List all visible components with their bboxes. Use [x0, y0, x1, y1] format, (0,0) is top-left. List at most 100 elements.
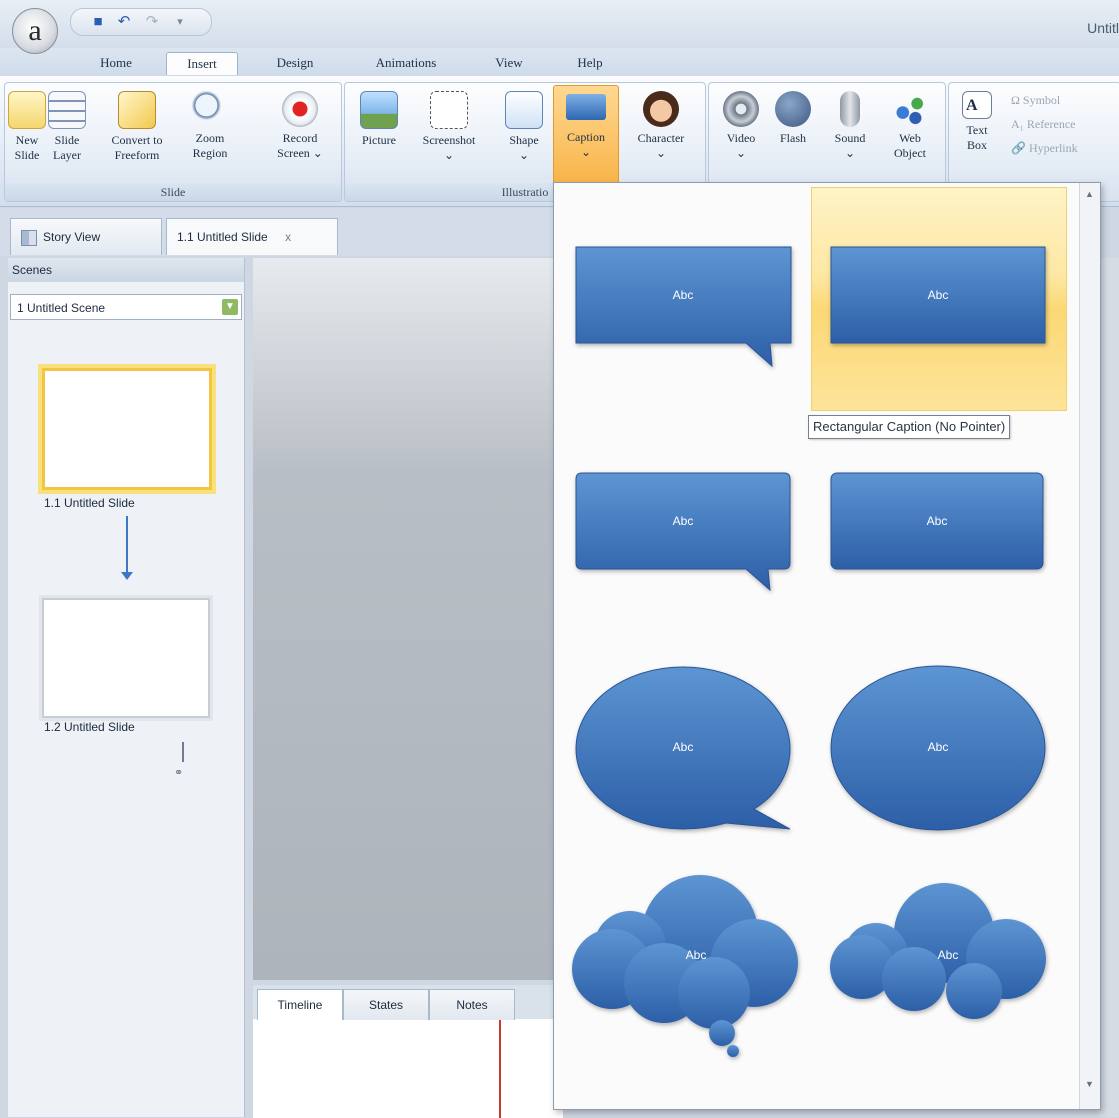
- close-icon[interactable]: x: [285, 230, 291, 244]
- caption-rectangular-pointer[interactable]: [575, 246, 792, 368]
- caption-button[interactable]: Caption ⌄: [553, 85, 619, 185]
- caption-rounded-pointer[interactable]: [575, 472, 791, 592]
- scenes-header: Scenes: [8, 258, 244, 282]
- web-label: Web: [899, 131, 921, 145]
- picture-label: Picture: [362, 133, 396, 147]
- sound-dropdown-icon: ⌄: [844, 146, 856, 160]
- playhead[interactable]: [499, 1006, 501, 1118]
- tab-animations[interactable]: Animations: [358, 52, 454, 74]
- caption-text-4: Abc: [927, 514, 948, 528]
- convert-to-freeform-button[interactable]: Convert to Freeform: [91, 91, 183, 163]
- reference-icon: A₁: [1011, 117, 1027, 131]
- scene-select[interactable]: 1 Untitled Scene ▼: [10, 294, 242, 320]
- reference-label: Reference: [1026, 117, 1076, 131]
- slide-layer-button[interactable]: Slide Layer: [47, 91, 87, 163]
- tab-notes[interactable]: Notes: [429, 989, 515, 1020]
- character-icon: [643, 91, 679, 127]
- zoom-region-button[interactable]: Zoom Region: [183, 91, 237, 161]
- record-label-2: Screen ⌄: [277, 146, 323, 160]
- story-view-icon: [21, 229, 37, 246]
- caption-text-8: Abc: [938, 948, 959, 962]
- caption-gallery: ▲ ▼ Abc Abc Abc Abc Abc Abc Abc Abc: [553, 182, 1101, 1110]
- slide-thumbnail-2[interactable]: [42, 598, 210, 718]
- picture-button[interactable]: Picture: [351, 91, 407, 148]
- caption-dropdown-icon: ⌄: [580, 145, 592, 159]
- caption-label: Caption: [567, 130, 605, 144]
- symbol-item[interactable]: Ω Symbol: [1011, 93, 1060, 108]
- tab-states[interactable]: States: [343, 989, 429, 1020]
- story-view-tab[interactable]: Story View: [10, 218, 162, 255]
- link-line: [182, 742, 184, 762]
- caption-text-2: Abc: [928, 288, 949, 302]
- undo-icon[interactable]: ↶: [115, 13, 133, 31]
- sound-button[interactable]: Sound ⌄: [825, 91, 875, 161]
- convert-label: Convert to: [111, 133, 163, 147]
- web-object-button[interactable]: Web Object: [881, 91, 939, 161]
- tab-home[interactable]: Home: [88, 52, 144, 74]
- screenshot-label: Screenshot: [422, 133, 476, 147]
- tooltip: Rectangular Caption (No Pointer): [808, 415, 1011, 439]
- hyperlink-item[interactable]: 🔗 Hyperlink: [1011, 141, 1078, 156]
- scenes-panel: Scenes 1 Untitled Scene ▼ 1.1 Untitled S…: [8, 258, 245, 1117]
- scroll-down-icon[interactable]: ▼: [1085, 1079, 1094, 1089]
- slide-stage[interactable]: [253, 258, 563, 980]
- character-label: Character: [637, 131, 685, 145]
- zoom-label-2: Region: [192, 146, 228, 160]
- caption-text-3: Abc: [673, 514, 694, 528]
- slide-group: New Slide Slide Layer Convert to Freefor…: [4, 82, 342, 202]
- tab-insert[interactable]: Insert: [166, 52, 238, 75]
- text-box-icon: A: [962, 91, 992, 119]
- video-dropdown-icon: ⌄: [735, 146, 747, 160]
- slide-label-2: 1.2 Untitled Slide: [44, 720, 135, 734]
- tab-design[interactable]: Design: [262, 52, 328, 74]
- film-reel-icon: [723, 91, 759, 127]
- screenshot-button[interactable]: Screenshot ⌄: [411, 91, 487, 163]
- tab-help[interactable]: Help: [566, 52, 614, 74]
- web-object-icon: [892, 91, 928, 127]
- slide-label-1: 1.1 Untitled Slide: [44, 496, 135, 510]
- customize-toolbar-icon[interactable]: ▾: [171, 13, 189, 31]
- chevron-down-icon[interactable]: ▼: [222, 299, 238, 315]
- box-label: Box: [966, 138, 987, 152]
- link-icon: ⚭: [174, 767, 184, 779]
- new-slide-button[interactable]: New Slide: [7, 91, 47, 163]
- tab-view[interactable]: View: [486, 52, 532, 74]
- sound-label: Sound: [834, 131, 866, 145]
- scene-select-value: 1 Untitled Scene: [17, 301, 106, 315]
- connector-arrow-icon: [121, 572, 133, 580]
- screenshot-icon: [430, 91, 468, 129]
- tab-timeline[interactable]: Timeline: [257, 989, 343, 1020]
- flash-button[interactable]: Flash: [769, 91, 817, 146]
- app-logo: a: [28, 14, 42, 47]
- caption-text-5: Abc: [673, 740, 694, 754]
- caption-cloud-pointer[interactable]: [572, 875, 798, 1057]
- text-box-button[interactable]: A Text Box: [955, 91, 999, 153]
- story-view-label: Story View: [43, 230, 101, 244]
- microphone-icon: [840, 91, 860, 127]
- character-button[interactable]: Character ⌄: [625, 91, 697, 161]
- screenshot-dropdown-icon: ⌄: [443, 148, 455, 162]
- reference-item[interactable]: A₁ Reference: [1011, 117, 1076, 132]
- app-menu-button[interactable]: a: [12, 8, 58, 54]
- video-label: Video: [726, 131, 756, 145]
- scroll-up-icon[interactable]: ▲: [1085, 189, 1094, 199]
- window-title: Untitl: [1087, 20, 1119, 36]
- ribbon-tabs: Home Insert Design Animations View Help: [0, 48, 1119, 76]
- record-screen-button[interactable]: Record Screen ⌄: [269, 91, 331, 161]
- picture-icon: [360, 91, 398, 129]
- gallery-scrollbar[interactable]: ▲ ▼: [1079, 183, 1100, 1109]
- redo-icon[interactable]: ↷: [143, 13, 161, 31]
- shape-dropdown-icon: ⌄: [518, 148, 530, 162]
- flash-icon: [775, 91, 811, 127]
- slide-tab[interactable]: 1.1 Untitled Slide x: [166, 218, 338, 255]
- save-icon[interactable]: ■: [89, 13, 107, 31]
- shape-button[interactable]: Shape ⌄: [499, 91, 549, 163]
- record-label: Record: [282, 131, 318, 145]
- symbol-icon: Ω: [1011, 93, 1023, 107]
- slide-thumbnail-1[interactable]: [42, 368, 212, 490]
- zoom-icon: [192, 91, 228, 127]
- new-slide-label: New: [15, 133, 39, 147]
- caption-text-6: Abc: [928, 740, 949, 754]
- video-button[interactable]: Video ⌄: [717, 91, 765, 161]
- slide-tab-label: 1.1 Untitled Slide: [177, 230, 268, 244]
